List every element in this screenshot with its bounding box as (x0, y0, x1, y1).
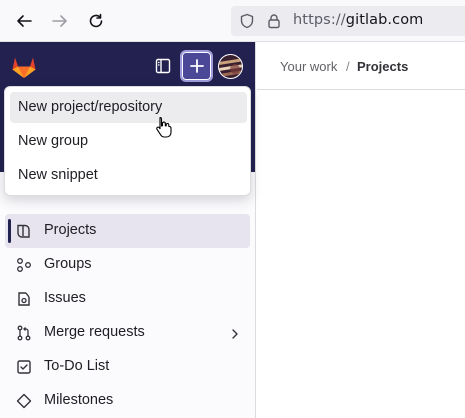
new-project-menu-item[interactable]: New project/repository (10, 92, 247, 123)
milestone-icon (16, 393, 32, 409)
breadcrumb-separator: / (346, 59, 350, 74)
lock-icon[interactable] (266, 13, 282, 33)
sidebar-item-issues[interactable]: Issues (5, 282, 250, 316)
sidebar-toggle-icon[interactable] (151, 54, 175, 78)
chevron-right-icon[interactable] (228, 326, 242, 340)
breadcrumb-your-work[interactable]: Your work (280, 59, 337, 74)
new-group-menu-item[interactable]: New group (10, 126, 247, 157)
browser-toolbar: https://gitlab.com (0, 0, 465, 42)
breadcrumb: Your work / Projects (257, 42, 465, 90)
sidebar-item-label: Issues (44, 290, 86, 306)
sidebar-item-label: Milestones (44, 392, 114, 408)
url-domain: gitlab.com (345, 12, 424, 28)
group-icon (16, 257, 32, 273)
avatar[interactable] (218, 54, 243, 79)
menu-item-label: New group (18, 133, 89, 149)
merge-request-icon (16, 325, 32, 341)
shield-icon[interactable] (239, 13, 255, 33)
create-new-button[interactable] (180, 50, 213, 82)
sidebar-item-label: Groups (44, 256, 92, 272)
sidebar-item-projects[interactable]: Projects (5, 214, 250, 248)
breadcrumb-projects[interactable]: Projects (357, 59, 408, 74)
sidebar-item-milestones[interactable]: Milestones (5, 384, 250, 418)
create-new-dropdown: New project/repository New group New sni… (4, 86, 251, 196)
address-bar[interactable]: https://gitlab.com (231, 6, 465, 36)
sidebar-item-groups[interactable]: Groups (5, 248, 250, 282)
url-prefix: https:// (293, 12, 346, 28)
sidebar-item-label: To-Do List (44, 358, 110, 374)
url-text[interactable]: https://gitlab.com (293, 12, 423, 28)
todo-icon (16, 359, 32, 375)
forward-arrow-icon[interactable] (48, 9, 72, 33)
sidebar-item-todo-list[interactable]: To-Do List (5, 350, 250, 384)
menu-item-label: New snippet (18, 167, 98, 183)
issues-icon (16, 291, 32, 307)
new-snippet-menu-item[interactable]: New snippet (10, 160, 247, 191)
sidebar-nav: Projects Groups Issues Merge requests To… (0, 214, 255, 418)
sidebar-item-label: Merge requests (44, 324, 145, 340)
sidebar-item-merge-requests[interactable]: Merge requests (5, 316, 250, 350)
plus-icon (189, 59, 204, 73)
project-icon (16, 223, 32, 239)
menu-item-label: New project/repository (18, 99, 163, 115)
hand-cursor-icon (155, 116, 173, 138)
gitlab-logo-icon[interactable] (10, 53, 38, 81)
back-arrow-icon[interactable] (12, 9, 36, 33)
sidebar-item-label: Projects (44, 222, 97, 238)
reload-icon[interactable] (84, 9, 108, 33)
